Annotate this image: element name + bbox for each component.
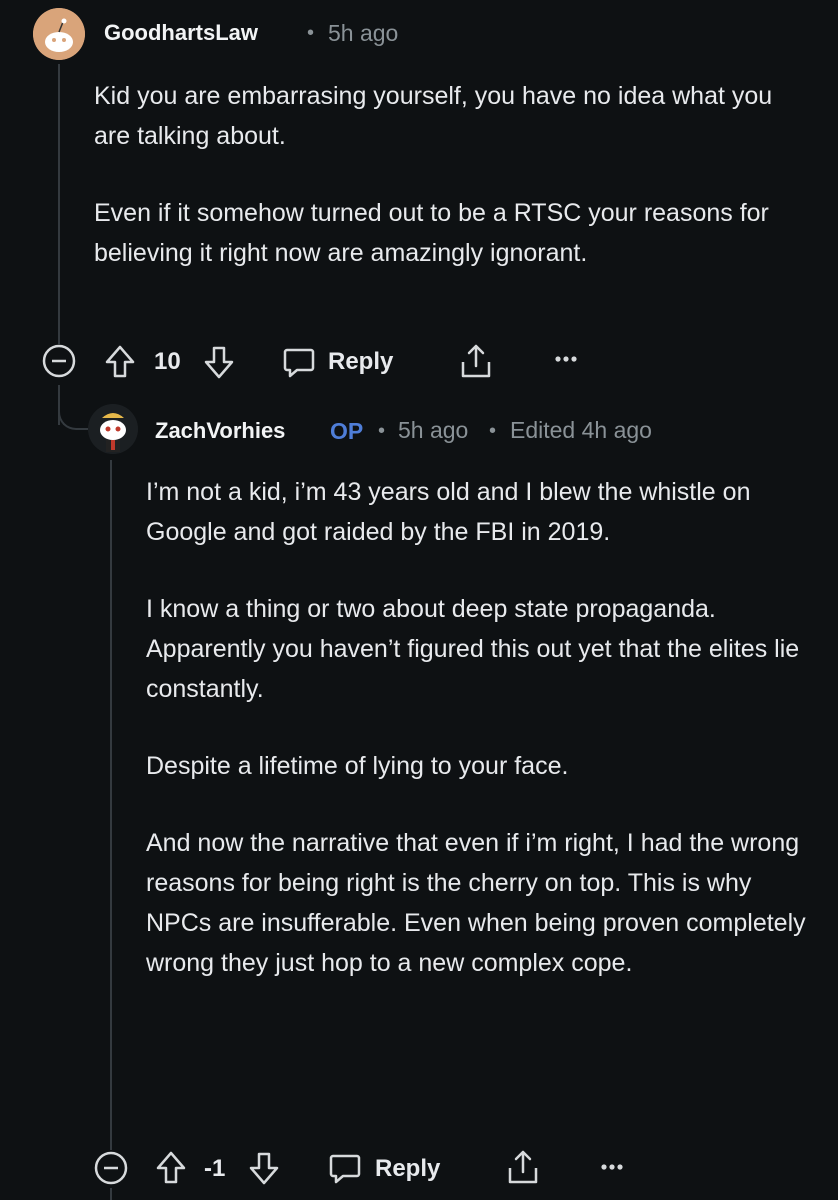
vote-count: -1 bbox=[204, 1155, 226, 1182]
snoo-avatar-icon bbox=[88, 404, 138, 454]
thread-line-main bbox=[58, 64, 60, 344]
more-icon[interactable] bbox=[600, 1162, 624, 1172]
thread-connector bbox=[58, 388, 92, 430]
upvote-icon[interactable] bbox=[155, 1150, 187, 1186]
comment-body: I’m not a kid, i’m 43 years old and I bl… bbox=[146, 472, 811, 1020]
thread-line-reply-bottom bbox=[110, 1188, 112, 1200]
comment-paragraph: I know a thing or two about deep state p… bbox=[146, 595, 800, 703]
comment-paragraph: Even if it somehow turned out to be a RT… bbox=[94, 199, 769, 267]
collapse-icon[interactable] bbox=[93, 1150, 129, 1186]
downvote-icon[interactable] bbox=[203, 344, 235, 380]
comment-paragraph: Kid you are embarrasing yourself, you ha… bbox=[94, 82, 773, 150]
reply-button[interactable]: Reply bbox=[375, 1155, 440, 1183]
avatar[interactable] bbox=[88, 404, 138, 454]
comment-body: Kid you are embarrasing yourself, you ha… bbox=[94, 76, 814, 310]
share-icon[interactable] bbox=[458, 342, 494, 380]
thread-line-reply bbox=[110, 460, 112, 1150]
username[interactable]: ZachVorhies bbox=[155, 418, 285, 444]
comment-paragraph: Despite a lifetime of lying to your face… bbox=[146, 752, 569, 780]
timestamp: 5h ago bbox=[398, 417, 469, 443]
collapse-icon[interactable] bbox=[41, 343, 77, 379]
separator-dot: • bbox=[307, 22, 315, 44]
reply-button[interactable]: Reply bbox=[328, 348, 393, 376]
upvote-icon[interactable] bbox=[104, 344, 136, 380]
vote-count: 10 bbox=[154, 348, 181, 375]
separator-dot: • bbox=[378, 420, 386, 442]
downvote-icon[interactable] bbox=[248, 1150, 280, 1186]
separator-dot: • bbox=[489, 420, 497, 442]
comment-paragraph: I’m not a kid, i’m 43 years old and I bl… bbox=[146, 478, 751, 546]
reply-icon[interactable] bbox=[327, 1150, 363, 1186]
avatar[interactable] bbox=[33, 8, 85, 60]
more-icon[interactable] bbox=[554, 354, 578, 364]
edited-label: Edited 4h ago bbox=[510, 417, 652, 443]
op-badge: OP bbox=[330, 418, 364, 444]
comment-paragraph: And now the narrative that even if i’m r… bbox=[146, 829, 806, 977]
reply-icon[interactable] bbox=[281, 344, 317, 380]
share-icon[interactable] bbox=[505, 1148, 541, 1186]
snoo-avatar-icon bbox=[33, 8, 85, 60]
timestamp: 5h ago bbox=[328, 20, 399, 46]
username[interactable]: GoodhartsLaw bbox=[104, 20, 258, 46]
